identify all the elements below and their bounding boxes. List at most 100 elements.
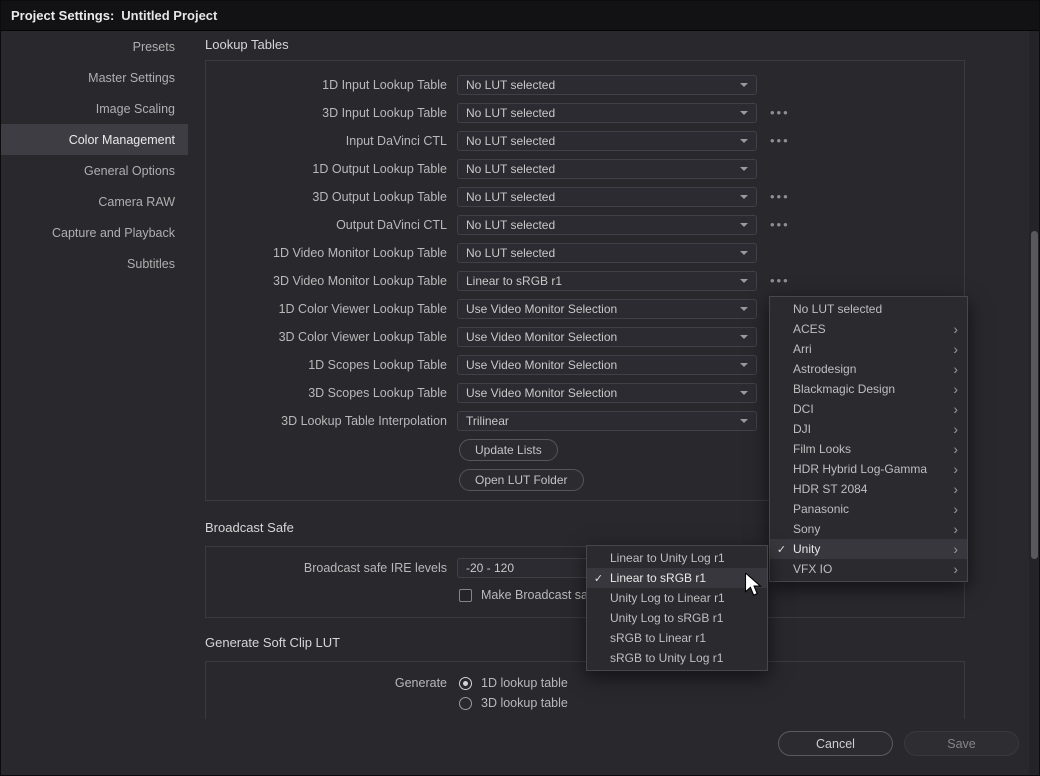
- chevron-down-icon: [740, 251, 748, 255]
- menu-item-label: VFX IO: [793, 562, 949, 576]
- submenu-item-srgb-to-linear-r1[interactable]: sRGB to Linear r1: [587, 628, 767, 648]
- checkmark-icon: ✓: [770, 543, 793, 556]
- menu-item-hdr-hybrid-log-gamma[interactable]: HDR Hybrid Log-Gamma›: [770, 459, 967, 479]
- checkbox-label: Make Broadcast safe: [481, 588, 598, 602]
- sidebar-item-presets[interactable]: Presets: [1, 31, 188, 62]
- save-button[interactable]: Save: [904, 731, 1019, 756]
- sidebar-item-capture-and-playback[interactable]: Capture and Playback: [1, 217, 188, 248]
- dropdown-3d-lookup-table-interpolation[interactable]: Trilinear: [457, 411, 757, 431]
- menu-item-label: Unity Log to Linear r1: [610, 591, 767, 605]
- menu-item-label: DJI: [793, 422, 949, 436]
- submenu-arrow-icon: ›: [949, 460, 967, 478]
- submenu-item-linear-to-srgb-r1[interactable]: ✓Linear to sRGB r1: [587, 568, 767, 588]
- make-broadcast-safe-checkbox[interactable]: [459, 589, 472, 602]
- lut-row-output-davinci-ctl: Output DaVinci CTLNo LUT selected•••: [206, 211, 964, 239]
- scrollbar-thumb[interactable]: [1031, 231, 1038, 559]
- menu-item-arri[interactable]: Arri›: [770, 339, 967, 359]
- generate-row: Generate 1D lookup table3D lookup table: [206, 673, 568, 713]
- sidebar-item-subtitles[interactable]: Subtitles: [1, 248, 188, 279]
- lut-row-1d-output-lookup-table: 1D Output Lookup Table No LUT selected: [206, 155, 964, 183]
- row-label: 3D Input Lookup Table: [206, 106, 447, 120]
- menu-item-film-looks[interactable]: Film Looks›: [770, 439, 967, 459]
- cancel-button[interactable]: Cancel: [778, 731, 893, 756]
- submenu-item-unity-log-to-linear-r1[interactable]: Unity Log to Linear r1: [587, 588, 767, 608]
- menu-item-label: Blackmagic Design: [793, 382, 949, 396]
- lut-row-3d-input-lookup-table: 3D Input Lookup Table No LUT selected •••: [206, 99, 964, 127]
- more-options-button[interactable]: •••: [770, 108, 790, 118]
- more-options-button[interactable]: •••: [770, 220, 790, 230]
- dropdown-value: Use Video Monitor Selection: [466, 358, 734, 372]
- lut-row-3d-output-lookup-table: 3D Output Lookup TableNo LUT selected•••: [206, 183, 964, 211]
- dropdown-value: Use Video Monitor Selection: [466, 386, 734, 400]
- row-label: 1D Output Lookup Table: [206, 162, 447, 176]
- submenu-item-srgb-to-unity-log-r1[interactable]: sRGB to Unity Log r1: [587, 648, 767, 668]
- chevron-down-icon: [740, 139, 748, 143]
- menu-item-label: Unity Log to sRGB r1: [610, 611, 767, 625]
- menu-item-panasonic[interactable]: Panasonic›: [770, 499, 967, 519]
- row-label: 1D Color Viewer Lookup Table: [206, 302, 447, 316]
- menu-item-no-lut-selected[interactable]: No LUT selected: [770, 299, 967, 319]
- row-label: Broadcast safe IRE levels: [206, 561, 447, 575]
- submenu-item-linear-to-unity-log-r1[interactable]: Linear to Unity Log r1: [587, 548, 767, 568]
- chevron-down-icon: [740, 307, 748, 311]
- dropdown-output-davinci-ctl[interactable]: No LUT selected: [457, 215, 757, 235]
- window-title: Project Settings:: [11, 8, 114, 23]
- menu-item-blackmagic-design[interactable]: Blackmagic Design›: [770, 379, 967, 399]
- dropdown-value: Use Video Monitor Selection: [466, 302, 734, 316]
- mouse-cursor-icon: [745, 573, 762, 597]
- more-options-button[interactable]: •••: [770, 276, 790, 286]
- menu-item-label: Astrodesign: [793, 362, 949, 376]
- more-options-button[interactable]: •••: [770, 136, 790, 146]
- make-broadcast-safe-row: Make Broadcast safe: [459, 586, 598, 604]
- submenu-arrow-icon: ›: [949, 320, 967, 338]
- menu-item-dci[interactable]: DCI›: [770, 399, 967, 419]
- chevron-down-icon: [740, 419, 748, 423]
- submenu-arrow-icon: ›: [949, 520, 967, 538]
- menu-item-astrodesign[interactable]: Astrodesign›: [770, 359, 967, 379]
- open-lut-folder-button[interactable]: Open LUT Folder: [459, 469, 584, 491]
- dropdown-3d-color-viewer-lookup-table[interactable]: Use Video Monitor Selection: [457, 327, 757, 347]
- dropdown-3d-scopes-lookup-table[interactable]: Use Video Monitor Selection: [457, 383, 757, 403]
- dropdown-1d-input-lookup-table[interactable]: No LUT selected: [457, 75, 757, 95]
- sidebar-item-camera-raw[interactable]: Camera RAW: [1, 186, 188, 217]
- radio-option-3d-lookup-table[interactable]: 3D lookup table: [459, 693, 568, 713]
- sidebar-item-master-settings[interactable]: Master Settings: [1, 62, 188, 93]
- dropdown-1d-video-monitor-lookup-table[interactable]: No LUT selected: [457, 243, 757, 263]
- menu-item-dji[interactable]: DJI›: [770, 419, 967, 439]
- settings-sidebar: PresetsMaster SettingsImage ScalingColor…: [1, 31, 188, 775]
- radio-option-1d-lookup-table[interactable]: 1D lookup table: [459, 673, 568, 693]
- submenu-item-unity-log-to-srgb-r1[interactable]: Unity Log to sRGB r1: [587, 608, 767, 628]
- dropdown-value: Use Video Monitor Selection: [466, 330, 734, 344]
- dropdown-3d-video-monitor-lookup-table[interactable]: Linear to sRGB r1: [457, 271, 757, 291]
- lut-row-3d-video-monitor-lookup-table: 3D Video Monitor Lookup TableLinear to s…: [206, 267, 964, 295]
- menu-item-label: DCI: [793, 402, 949, 416]
- update-lists-button[interactable]: Update Lists: [459, 439, 558, 461]
- dropdown-3d-input-lookup-table[interactable]: No LUT selected: [457, 103, 757, 123]
- menu-item-label: Film Looks: [793, 442, 949, 456]
- row-label: Generate: [206, 673, 447, 693]
- row-label: 1D Video Monitor Lookup Table: [206, 246, 447, 260]
- menu-item-aces[interactable]: ACES›: [770, 319, 967, 339]
- project-settings-window: Project Settings: Untitled Project Prese…: [0, 0, 1040, 776]
- menu-item-vfx-io[interactable]: VFX IO›: [770, 559, 967, 579]
- dropdown-1d-output-lookup-table[interactable]: No LUT selected: [457, 159, 757, 179]
- menu-item-label: sRGB to Linear r1: [610, 631, 767, 645]
- chevron-down-icon: [740, 223, 748, 227]
- dropdown-value: No LUT selected: [466, 162, 734, 176]
- sidebar-item-general-options[interactable]: General Options: [1, 155, 188, 186]
- menu-item-hdr-st-2084[interactable]: HDR ST 2084›: [770, 479, 967, 499]
- dropdown-input-davinci-ctl[interactable]: No LUT selected: [457, 131, 757, 151]
- menu-item-unity[interactable]: ✓Unity›: [770, 539, 967, 559]
- generate-radio-group: 1D lookup table3D lookup table: [459, 673, 568, 713]
- submenu-arrow-icon: ›: [949, 360, 967, 378]
- dropdown-3d-output-lookup-table[interactable]: No LUT selected: [457, 187, 757, 207]
- sidebar-item-image-scaling[interactable]: Image Scaling: [1, 93, 188, 124]
- submenu-arrow-icon: ›: [949, 400, 967, 418]
- row-label: 3D Color Viewer Lookup Table: [206, 330, 447, 344]
- dropdown-1d-color-viewer-lookup-table[interactable]: Use Video Monitor Selection: [457, 299, 757, 319]
- more-options-button[interactable]: •••: [770, 192, 790, 202]
- dropdown-1d-scopes-lookup-table[interactable]: Use Video Monitor Selection: [457, 355, 757, 375]
- sidebar-item-color-management[interactable]: Color Management: [1, 124, 188, 155]
- menu-item-sony[interactable]: Sony›: [770, 519, 967, 539]
- menu-item-label: Unity: [793, 542, 949, 556]
